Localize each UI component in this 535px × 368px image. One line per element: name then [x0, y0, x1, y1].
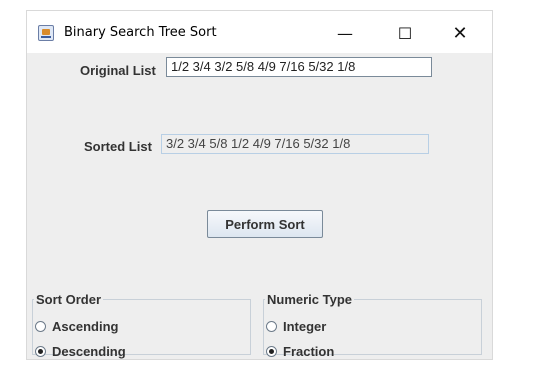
- original-list-label: Original List: [80, 63, 156, 78]
- app-window: Binary Search Tree Sort — ☐ ✕ Original L…: [26, 10, 493, 360]
- close-button[interactable]: ✕: [440, 19, 480, 47]
- maximize-button[interactable]: ☐: [385, 19, 425, 47]
- original-list-input[interactable]: 1/2 3/4 3/2 5/8 4/9 7/16 5/32 1/8: [166, 57, 432, 77]
- numeric-type-group: Numeric Type Integer Fraction: [263, 292, 482, 359]
- integer-label: Integer: [283, 318, 327, 334]
- ascending-label: Ascending: [52, 318, 119, 334]
- window-title: Binary Search Tree Sort: [64, 25, 217, 40]
- descending-radio[interactable]: [35, 345, 46, 357]
- sorted-list-label: Sorted List: [84, 139, 152, 154]
- title-bar[interactable]: Binary Search Tree Sort — ☐ ✕: [27, 11, 492, 53]
- descending-option[interactable]: Descending: [33, 342, 126, 360]
- fraction-label: Fraction: [283, 343, 335, 359]
- sort-order-group: Sort Order Ascending Descending: [32, 292, 251, 359]
- descending-label: Descending: [52, 343, 126, 359]
- minimize-button[interactable]: —: [325, 19, 365, 47]
- sort-order-title: Sort Order: [36, 292, 102, 307]
- numeric-type-title: Numeric Type: [267, 292, 353, 307]
- fraction-option[interactable]: Fraction: [264, 342, 334, 360]
- integer-option[interactable]: Integer: [264, 317, 326, 335]
- java-app-icon: [38, 25, 54, 41]
- perform-sort-button[interactable]: Perform Sort: [207, 210, 323, 238]
- integer-radio[interactable]: [266, 320, 277, 332]
- sorted-list-output: 3/2 3/4 5/8 1/2 4/9 7/16 5/32 1/8: [161, 134, 429, 154]
- fraction-radio[interactable]: [266, 345, 277, 357]
- ascending-radio[interactable]: [35, 320, 46, 332]
- ascending-option[interactable]: Ascending: [33, 317, 118, 335]
